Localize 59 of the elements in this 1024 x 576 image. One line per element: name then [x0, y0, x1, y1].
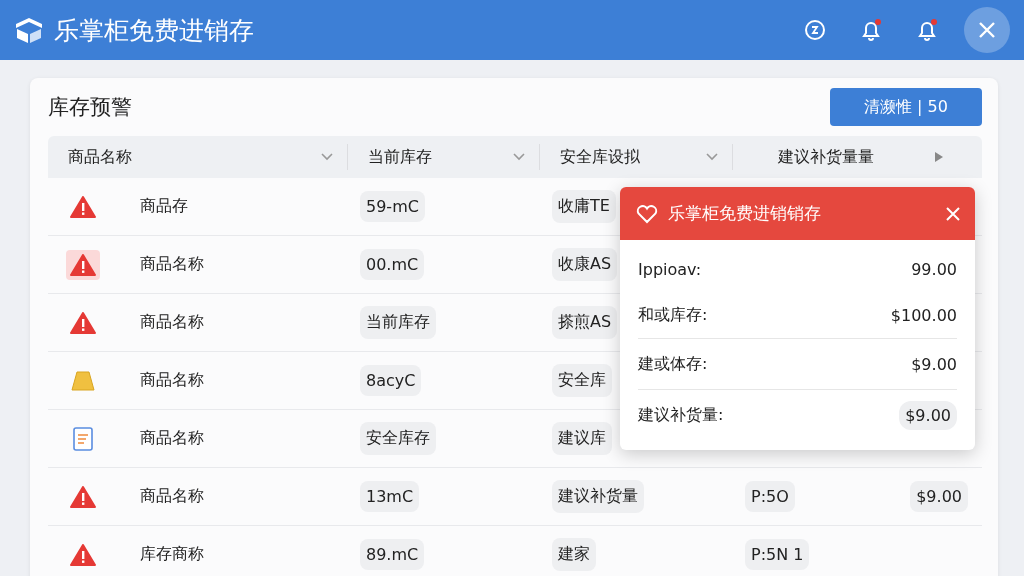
heart-icon	[636, 203, 658, 224]
field-value: $100.00	[890, 305, 957, 325]
product-name: 商品存	[140, 196, 188, 217]
column-header[interactable]: 商品名称	[68, 146, 132, 168]
table-cell: $9.00	[910, 481, 968, 512]
arrow-right-icon[interactable]	[933, 151, 944, 163]
field-label: 建或体存:	[638, 353, 708, 375]
column-header[interactable]: 建议补货量量	[777, 146, 874, 168]
warning-icon	[70, 311, 96, 334]
field-label: 建议补货量:	[638, 404, 724, 426]
product-name: 商品名称	[140, 428, 204, 449]
field-label: Ippioav:	[638, 259, 702, 279]
column-header[interactable]: 安全库设拟	[560, 146, 640, 168]
field-value: 99.00	[911, 259, 957, 279]
warning-icon	[70, 485, 96, 508]
close-button[interactable]	[945, 205, 961, 222]
stock-cell: 当前库存	[360, 306, 436, 339]
close-icon[interactable]	[977, 20, 997, 40]
coin-icon[interactable]	[804, 19, 826, 41]
field-value: $9.00	[911, 354, 957, 374]
product-name: 商品名称	[140, 254, 204, 275]
warning-icon	[70, 253, 96, 276]
product-name: 库存商称	[140, 544, 204, 565]
action-button[interactable]: 清濒惟 | 50	[830, 88, 982, 126]
stock-cell: 8acyC	[360, 365, 422, 396]
stock-cell: 59-mC	[360, 191, 425, 222]
notification-icon[interactable]	[915, 18, 939, 42]
stock-cell: 89.mC	[360, 539, 425, 570]
field-value: $9.00	[899, 400, 957, 430]
ingot-icon	[70, 369, 96, 392]
chevron-down-icon[interactable]	[321, 153, 333, 161]
table-cell: P:5N 1	[745, 539, 810, 570]
chevron-down-icon[interactable]	[513, 153, 525, 161]
safety-stock-cell: 搽煎AS	[552, 306, 618, 339]
stock-cell: 00.mC	[360, 249, 425, 280]
panel-title: 库存预警	[48, 94, 132, 121]
product-name: 商品名称	[140, 486, 204, 507]
app-title: 乐掌柜免费进销存	[54, 14, 255, 47]
field-label: 和或库存:	[638, 304, 708, 326]
warning-icon	[70, 543, 96, 566]
logo-icon	[14, 16, 44, 44]
safety-stock-cell: 安全库	[552, 364, 612, 397]
column-header[interactable]: 当前库存	[368, 146, 432, 168]
safety-stock-cell: 建议补货量	[552, 480, 644, 513]
product-name: 商品名称	[140, 312, 204, 333]
safety-stock-cell: 收庸TE	[552, 190, 616, 223]
table-cell: P:5O	[745, 481, 795, 512]
close-button[interactable]	[964, 7, 1010, 53]
safety-stock-cell: 建家	[552, 538, 596, 571]
safety-stock-cell: 收康AS	[552, 248, 618, 281]
stock-cell: 13mC	[360, 481, 420, 512]
warning-icon	[70, 195, 96, 218]
safety-stock-cell: 建议库	[552, 422, 612, 455]
stock-cell: 安全库存	[360, 422, 436, 455]
product-name: 商品名称	[140, 370, 204, 391]
notification-icon[interactable]	[859, 18, 883, 42]
popup-title: 乐掌柜免费进销销存	[668, 202, 822, 225]
chevron-down-icon[interactable]	[706, 153, 718, 161]
document-icon	[72, 426, 94, 451]
